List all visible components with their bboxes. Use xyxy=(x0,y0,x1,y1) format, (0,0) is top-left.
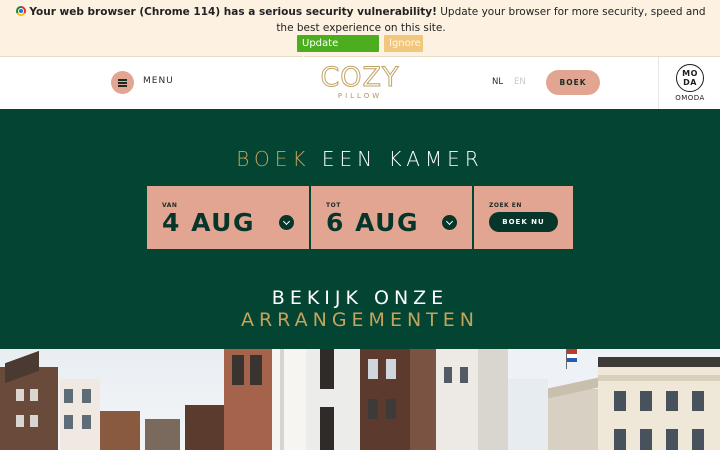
checkout-date-picker[interactable]: TOT 6 AUG xyxy=(311,186,472,249)
search-book-cell: ZOEK EN BOEK NU xyxy=(474,186,573,249)
chevron-down-icon[interactable] xyxy=(442,215,457,230)
chrome-icon xyxy=(16,6,27,16)
omoda-logo-line2: DA xyxy=(683,78,697,87)
booking-hero: BOEK EEN KAMER VAN 4 AUG TOT 6 AUG ZOEK … xyxy=(0,109,720,349)
hero-title: BOEK EEN KAMER xyxy=(0,147,720,171)
hamburger-icon xyxy=(118,82,127,84)
zoek-label: ZOEK EN xyxy=(489,202,522,209)
omoda-logo-line1: MO xyxy=(682,69,698,78)
hero-title-white: EEN KAMER xyxy=(310,147,484,171)
omoda-link[interactable]: MO DA OMODA xyxy=(658,57,720,109)
language-en[interactable]: EN xyxy=(514,77,526,87)
arrangements-heading-line1: BEKIJK ONZE xyxy=(271,287,449,309)
logo-subtitle: PILLOW xyxy=(337,92,383,100)
hotel-photos xyxy=(0,349,720,450)
booking-form: VAN 4 AUG TOT 6 AUG ZOEK EN BOEK NU xyxy=(147,186,573,249)
site-header: MENU COZY PILLOW NL EN BOEK MO DA OMODA xyxy=(0,57,720,109)
hamburger-icon xyxy=(118,79,127,81)
chevron-down-icon[interactable] xyxy=(279,215,294,230)
ignore-button[interactable]: Ignore xyxy=(384,35,423,52)
boek-nu-button[interactable]: BOEK NU xyxy=(489,212,558,232)
boek-button[interactable]: BOEK xyxy=(546,70,600,95)
update-browser-button[interactable]: Update browser xyxy=(297,35,379,66)
hamburger-icon xyxy=(118,85,127,87)
hero-title-gold: BOEK xyxy=(236,147,311,171)
photo-canal-houses[interactable] xyxy=(0,349,224,450)
browser-update-banner: Your web browser (Chrome 114) has a seri… xyxy=(0,0,720,66)
banner-warning: Your web browser (Chrome 114) has a seri… xyxy=(29,6,437,18)
photo-hotel-facade[interactable] xyxy=(224,349,360,450)
arrangements-heading-line2[interactable]: ARRANGEMENTEN xyxy=(0,309,720,331)
menu-label[interactable]: MENU xyxy=(143,76,174,86)
photo-brick-street[interactable] xyxy=(360,349,508,450)
omoda-label: OMODA xyxy=(675,94,705,102)
checkin-date: 4 AUG xyxy=(162,208,255,237)
photo-classic-building[interactable] xyxy=(508,349,720,450)
omoda-logo: MO DA xyxy=(676,64,704,92)
cozy-pillow-logo[interactable]: COZY xyxy=(316,62,404,93)
banner-text: Your web browser (Chrome 114) has a seri… xyxy=(10,4,712,36)
checkout-date: 6 AUG xyxy=(326,208,419,237)
language-nl[interactable]: NL xyxy=(492,77,503,87)
checkin-date-picker[interactable]: VAN 4 AUG xyxy=(147,186,309,249)
menu-button[interactable] xyxy=(111,71,134,94)
